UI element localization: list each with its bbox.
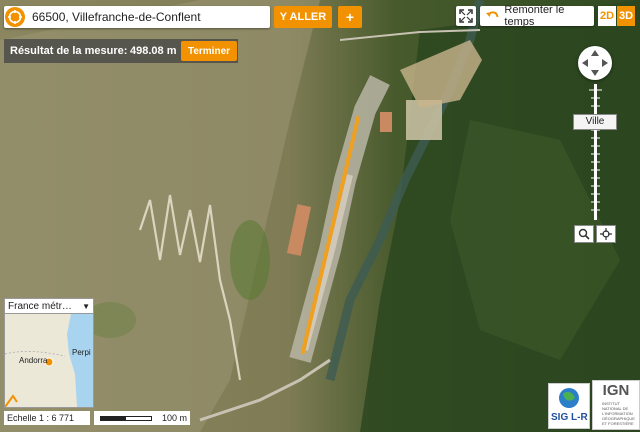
fullscreen-icon bbox=[459, 9, 473, 23]
zoom-level-label[interactable]: Ville bbox=[573, 114, 617, 130]
go-button[interactable]: Y ALLER bbox=[274, 6, 332, 28]
ign-logo[interactable]: IGN INSTITUT NATIONAL DE L'INFORMATION G… bbox=[592, 380, 640, 430]
overview-select[interactable]: France métr… ▼ bbox=[5, 299, 93, 314]
scale-line bbox=[100, 416, 152, 421]
measure-label: Résultat de la mesure: bbox=[10, 45, 128, 57]
search-input[interactable] bbox=[32, 8, 264, 26]
scale-ratio: Echelle 1 : 6 771 bbox=[4, 411, 90, 425]
undo-arrow-icon bbox=[485, 11, 499, 18]
ign-title: IGN bbox=[602, 382, 630, 399]
measure-result-panel: Résultat de la mesure: 498.08 m Terminer bbox=[4, 39, 238, 63]
mode-3d-button[interactable]: 3D bbox=[617, 6, 635, 26]
aerial-map[interactable] bbox=[0, 0, 640, 432]
overview-selected: France métr… bbox=[8, 301, 72, 312]
crosshair-icon bbox=[600, 228, 612, 240]
sig-globe-icon bbox=[559, 388, 579, 408]
add-button[interactable]: + bbox=[338, 6, 362, 28]
scale-bar: 100 m bbox=[94, 411, 190, 425]
dropdown-arrow-icon: ▼ bbox=[82, 302, 90, 311]
zoom-box-button[interactable] bbox=[574, 225, 594, 243]
history-label: Remonter le temps bbox=[504, 4, 565, 28]
measure-value: 498.08 m bbox=[130, 45, 177, 57]
search-menu-icon[interactable] bbox=[5, 7, 25, 27]
pan-arrows-icon bbox=[582, 50, 608, 76]
pan-control[interactable] bbox=[578, 46, 612, 80]
overview-label-andorra: Andorra bbox=[19, 356, 48, 365]
sig-lr-text: SIG L-R bbox=[551, 412, 588, 423]
fullscreen-button[interactable] bbox=[456, 6, 476, 26]
zoom-ticks bbox=[589, 89, 602, 211]
search-bar bbox=[4, 6, 270, 28]
finish-measure-button[interactable]: Terminer bbox=[181, 41, 237, 61]
mode-2d-button[interactable]: 2D bbox=[598, 6, 616, 26]
sig-lr-logo[interactable]: SIG L-R bbox=[548, 383, 590, 429]
overview-label-perpignan: Perpi bbox=[72, 348, 91, 357]
magnifier-icon bbox=[578, 228, 590, 240]
history-button[interactable]: Remonter le temps bbox=[480, 4, 594, 28]
ign-subtitle: INSTITUT NATIONAL DE L'INFORMATION GÉOGR… bbox=[602, 401, 635, 426]
locate-button[interactable] bbox=[596, 225, 616, 243]
scale-distance: 100 m bbox=[162, 413, 188, 423]
overview-map[interactable]: France métr… ▼ Andorra Perpi bbox=[4, 298, 94, 408]
